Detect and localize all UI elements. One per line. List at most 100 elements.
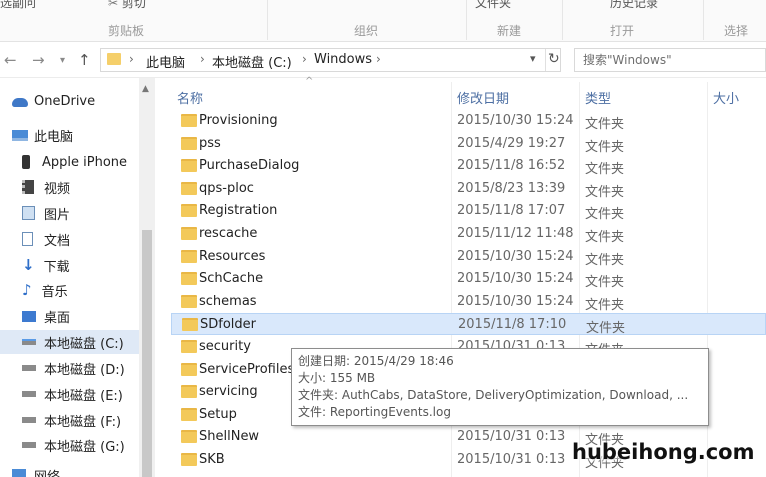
search-box[interactable] xyxy=(574,48,766,72)
navigation-pane: OneDrive 此电脑 Apple iPhone 视频 图片 文档 ↓ 下载 … xyxy=(0,78,155,477)
file-name: qps-ploc xyxy=(199,181,254,196)
address-bar[interactable]: › 此电脑 › 本地磁盘 (C:) › Windows › ▾ ↻ xyxy=(100,48,561,72)
folder-icon xyxy=(181,227,197,240)
cloud-icon xyxy=(12,97,28,107)
sidebar-item-label: 本地磁盘 (F:) xyxy=(44,414,122,430)
refresh-icon[interactable]: ↻ xyxy=(548,51,560,67)
search-input[interactable] xyxy=(583,50,733,70)
tooltip-files: 文件: ReportingEvents.log xyxy=(298,405,451,419)
breadcrumb-chevron-icon[interactable]: › xyxy=(129,52,134,66)
breadcrumb-chevron-icon[interactable]: › xyxy=(302,52,307,66)
column-header-type[interactable]: 类型 xyxy=(585,88,611,107)
phone-icon xyxy=(22,155,30,169)
folder-icon xyxy=(107,53,121,65)
recent-chevron-down-icon[interactable]: ▾ xyxy=(60,55,65,66)
file-date-modified: 2015/10/31 0:13 xyxy=(457,429,566,444)
folder-icon xyxy=(182,318,198,331)
ribbon-separator xyxy=(562,0,563,40)
table-row[interactable]: qps-ploc 2015/8/23 13:39 文件夹 xyxy=(171,178,766,200)
file-name: pss xyxy=(199,136,221,151)
file-name: Resources xyxy=(199,249,266,264)
video-icon xyxy=(22,180,34,194)
table-row[interactable]: pss 2015/4/29 19:27 文件夹 xyxy=(171,133,766,155)
file-type: 文件夹 xyxy=(585,207,625,222)
file-name: security xyxy=(199,339,251,354)
file-name: Registration xyxy=(199,203,278,218)
file-date-modified: 2015/11/8 17:10 xyxy=(458,317,567,332)
file-type: 文件夹 xyxy=(585,253,625,268)
ribbon-separator xyxy=(267,0,268,40)
forward-arrow-icon[interactable]: → xyxy=(32,51,45,69)
folder-icon xyxy=(181,272,197,285)
scroll-up-arrow-icon[interactable]: ▲ xyxy=(142,84,149,94)
table-row[interactable]: rescache 2015/11/12 11:48 文件夹 xyxy=(171,223,766,245)
table-row[interactable]: Resources 2015/10/30 15:24 文件夹 xyxy=(171,246,766,268)
file-date-modified: 2015/8/23 13:39 xyxy=(457,181,566,196)
folder-icon xyxy=(181,295,197,308)
file-name: Setup xyxy=(199,407,237,422)
file-date-modified: 2015/4/29 19:27 xyxy=(457,136,566,151)
folder-icon xyxy=(181,385,197,398)
file-type: 文件夹 xyxy=(586,321,626,336)
ribbon-new-folder-button[interactable]: 文件夹 xyxy=(475,0,511,11)
drive-icon xyxy=(22,417,36,423)
table-row[interactable]: SDfolder 2015/11/8 17:10 文件夹 xyxy=(171,313,766,336)
file-date-modified: 2015/11/8 17:07 xyxy=(457,203,566,218)
table-row[interactable]: schemas 2015/10/30 15:24 文件夹 xyxy=(171,291,766,313)
folder-icon xyxy=(181,340,197,353)
ribbon-history-button[interactable]: 历史记录 xyxy=(610,0,658,11)
ribbon-group-select: 选择 xyxy=(724,24,749,38)
breadcrumb-this-pc[interactable]: 此电脑 xyxy=(146,52,185,71)
breadcrumb-windows[interactable]: Windows xyxy=(314,52,372,67)
sidebar-item-label: 此电脑 xyxy=(34,129,74,145)
folder-icon xyxy=(181,114,197,127)
ribbon-separator xyxy=(703,0,704,40)
ribbon-cut-button[interactable]: ✂ 剪切 xyxy=(108,0,146,11)
sidebar-item-label: 下载 xyxy=(43,259,70,275)
folder-icon xyxy=(181,408,197,421)
folder-icon xyxy=(181,363,197,376)
address-dropdown-chevron-icon[interactable]: ▾ xyxy=(530,52,536,65)
address-divider xyxy=(545,49,546,71)
breadcrumb-chevron-icon[interactable]: › xyxy=(376,52,381,66)
file-type: 文件夹 xyxy=(585,298,625,313)
sidebar-item-label: 本地磁盘 (C:) xyxy=(44,336,124,352)
pictures-icon xyxy=(22,206,35,220)
ribbon-cut-label: 剪切 xyxy=(121,0,146,10)
column-header-name[interactable]: 名称 xyxy=(177,88,203,107)
table-row[interactable]: SchCache 2015/10/30 15:24 文件夹 xyxy=(171,268,766,290)
file-type: 文件夹 xyxy=(585,275,625,290)
watermark: hubeihong.com xyxy=(572,440,755,464)
breadcrumb-local-disk-c[interactable]: 本地磁盘 (C:) xyxy=(212,52,292,71)
file-name: Provisioning xyxy=(199,113,278,128)
sidebar-item-onedrive[interactable]: OneDrive xyxy=(12,89,150,113)
tooltip-folders: 文件夹: AuthCabs, DataStore, DeliveryOptimi… xyxy=(298,388,689,402)
sidebar-item-label: 本地磁盘 (G:) xyxy=(44,439,125,455)
table-row[interactable]: PurchaseDialog 2015/11/8 16:52 文件夹 xyxy=(171,155,766,177)
folder-icon xyxy=(181,250,197,263)
table-row[interactable]: Provisioning 2015/10/30 15:24 文件夹 xyxy=(171,110,766,132)
column-header-date-modified[interactable]: 修改日期 xyxy=(457,88,509,107)
table-row[interactable]: Registration 2015/11/8 17:07 文件夹 xyxy=(171,200,766,222)
file-type: 文件夹 xyxy=(585,117,625,132)
sidebar-item-this-pc[interactable]: 此电脑 xyxy=(12,123,150,147)
breadcrumb-chevron-icon[interactable]: › xyxy=(200,52,205,66)
sidebar-item-local-disk-c[interactable]: 本地磁盘 (C:) xyxy=(0,330,139,354)
folder-icon xyxy=(181,453,197,466)
file-name: rescache xyxy=(199,226,258,241)
back-arrow-icon[interactable]: ← xyxy=(4,51,17,69)
file-name: schemas xyxy=(199,294,257,309)
column-header-size[interactable]: 大小 xyxy=(713,88,739,107)
sidebar-item-label: 图片 xyxy=(44,207,71,223)
up-arrow-icon[interactable]: ↑ xyxy=(78,51,91,69)
file-date-modified: 2015/10/30 15:24 xyxy=(457,271,574,286)
sidebar-item-network[interactable]: 网络 xyxy=(12,466,150,477)
ribbon-select-label[interactable]: 选副问 xyxy=(0,0,36,11)
tooltip-size: 大小: 155 MB xyxy=(298,371,376,385)
ribbon-group-open: 打开 xyxy=(610,24,635,38)
sidebar-item-label: Apple iPhone xyxy=(42,154,128,170)
file-date-modified: 2015/11/8 16:52 xyxy=(457,158,566,173)
file-date-modified: 2015/10/30 15:24 xyxy=(457,294,574,309)
file-type: 文件夹 xyxy=(585,162,625,177)
sidebar-scrollbar-thumb[interactable] xyxy=(142,230,152,477)
